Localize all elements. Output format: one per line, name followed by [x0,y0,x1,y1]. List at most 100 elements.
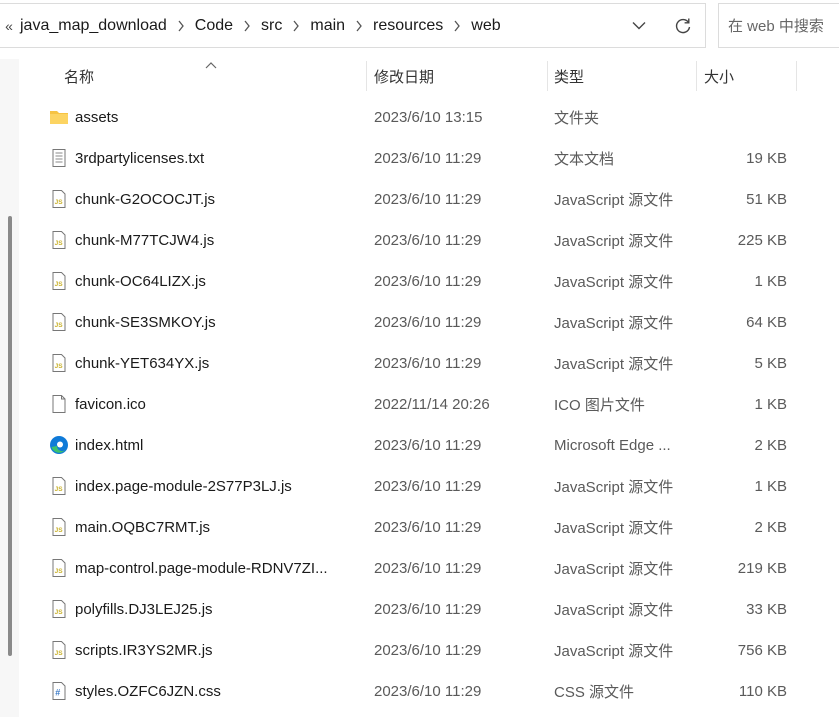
table-row[interactable]: 3rdpartylicenses.txt 2023/6/10 11:29 文本文… [19,138,839,179]
column-header-date[interactable]: 修改日期 [374,59,434,93]
file-type: JavaScript 源文件 [554,274,674,291]
address-bar-area: « java_map_download Code src main resour… [0,3,839,49]
file-type: Microsoft Edge ... [554,437,671,454]
breadcrumb-item[interactable]: Code [191,17,237,35]
text-file-icon [49,148,69,168]
js-file-icon: JS [49,353,69,373]
search-input[interactable]: 在 web 中搜索 [718,3,839,48]
table-row[interactable]: assets 2023/6/10 13:15 文件夹 [19,97,839,138]
chevron-down-icon[interactable] [617,4,661,47]
file-size: 219 KB [737,560,787,577]
file-date: 2023/6/10 11:29 [374,601,482,618]
file-date: 2023/6/10 11:29 [374,683,482,700]
breadcrumb-item[interactable]: web [467,17,504,35]
file-name: scripts.IR3YS2MR.js [75,642,213,659]
svg-text:JS: JS [55,281,64,288]
chevron-right-icon[interactable] [349,4,369,47]
table-row[interactable]: index.html 2023/6/10 11:29 Microsoft Edg… [19,425,839,466]
js-file-icon: JS [49,230,69,250]
column-divider[interactable] [796,61,797,91]
js-file-icon: JS [49,599,69,619]
column-header-size[interactable]: 大小 [704,59,734,93]
file-type: JavaScript 源文件 [554,233,674,250]
file-name: index.html [75,437,144,454]
chevron-right-icon[interactable] [447,4,467,47]
svg-text:JS: JS [55,199,64,206]
file-date: 2023/6/10 11:29 [374,273,482,290]
js-file-icon: JS [49,312,69,332]
js-file-icon: JS [49,476,69,496]
file-size: 33 KB [746,601,787,618]
breadcrumb-item[interactable]: java_map_download [16,17,171,35]
file-type: JavaScript 源文件 [554,520,674,537]
file-type: JavaScript 源文件 [554,356,674,373]
file-size: 1 KB [754,478,787,495]
file-size: 225 KB [737,232,787,249]
column-divider[interactable] [696,61,697,91]
css-file-icon: # [49,681,69,701]
table-row[interactable]: JS chunk-OC64LIZX.js 2023/6/10 11:29 Jav… [19,261,839,302]
file-name: polyfills.DJ3LEJ25.js [75,601,213,618]
file-size: 2 KB [754,437,787,454]
edge-icon [49,435,69,455]
file-date: 2023/6/10 11:29 [374,232,482,249]
file-date: 2023/6/10 11:29 [374,314,482,331]
column-divider[interactable] [547,61,548,91]
file-size: 19 KB [746,150,787,167]
file-name: main.OQBC7RMT.js [75,519,211,536]
svg-text:JS: JS [55,486,64,493]
file-type: JavaScript 源文件 [554,561,674,578]
vertical-scrollbar[interactable] [0,59,19,717]
scrollbar-thumb[interactable] [8,216,12,656]
breadcrumb-item[interactable]: resources [369,17,447,35]
js-file-icon: JS [49,558,69,578]
svg-text:JS: JS [55,609,64,616]
file-date: 2023/6/10 11:29 [374,478,482,495]
breadcrumb-overflow-button[interactable]: « [2,18,16,34]
file-size: 1 KB [754,273,787,290]
folder-icon [49,107,69,127]
file-name: styles.OZFC6JZN.css [75,683,221,700]
file-date: 2023/6/10 13:15 [374,109,483,126]
address-bar[interactable]: « java_map_download Code src main resour… [0,3,706,48]
svg-text:JS: JS [55,363,64,370]
file-name: 3rdpartylicenses.txt [75,150,205,167]
table-row[interactable]: JS main.OQBC7RMT.js 2023/6/10 11:29 Java… [19,507,839,548]
table-row[interactable]: # styles.OZFC6JZN.css 2023/6/10 11:29 CS… [19,671,839,712]
file-list: assets 2023/6/10 13:15 文件夹 3rdpartylicen… [19,97,839,712]
file-size [699,97,787,138]
table-row[interactable]: JS polyfills.DJ3LEJ25.js 2023/6/10 11:29… [19,589,839,630]
column-header-row: 名称 修改日期 类型 大小 [19,59,839,93]
file-size: 64 KB [746,314,787,331]
breadcrumb-item[interactable]: src [257,17,286,35]
file-name: index.page-module-2S77P3LJ.js [75,478,292,495]
file-type: JavaScript 源文件 [554,602,674,619]
column-header-type[interactable]: 类型 [554,59,584,93]
file-type: JavaScript 源文件 [554,479,674,496]
table-row[interactable]: JS index.page-module-2S77P3LJ.js 2023/6/… [19,466,839,507]
file-date: 2023/6/10 11:29 [374,642,482,659]
chevron-right-icon[interactable] [286,4,306,47]
refresh-icon[interactable] [661,4,705,47]
file-name: chunk-OC64LIZX.js [75,273,206,290]
table-row[interactable]: JS chunk-M77TCJW4.js 2023/6/10 11:29 Jav… [19,220,839,261]
js-file-icon: JS [49,640,69,660]
column-divider[interactable] [366,61,367,91]
chevron-right-icon[interactable] [237,4,257,47]
svg-text:JS: JS [55,527,64,534]
breadcrumb-item[interactable]: main [306,17,349,35]
table-row[interactable]: JS chunk-SE3SMKOY.js 2023/6/10 11:29 Jav… [19,302,839,343]
file-size: 51 KB [746,191,787,208]
file-name: favicon.ico [75,396,146,413]
table-row[interactable]: JS map-control.page-module-RDNV7ZI... 20… [19,548,839,589]
column-header-name[interactable]: 名称 [64,59,94,93]
file-name: chunk-SE3SMKOY.js [75,314,216,331]
table-row[interactable]: favicon.ico 2022/11/14 20:26 ICO 图片文件 1 … [19,384,839,425]
table-row[interactable]: JS scripts.IR3YS2MR.js 2023/6/10 11:29 J… [19,630,839,671]
file-type: JavaScript 源文件 [554,192,674,209]
chevron-right-icon[interactable] [171,4,191,47]
file-name: chunk-YET634YX.js [75,355,210,372]
address-bar-buttons [617,4,705,47]
table-row[interactable]: JS chunk-G2OCOCJT.js 2023/6/10 11:29 Jav… [19,179,839,220]
table-row[interactable]: JS chunk-YET634YX.js 2023/6/10 11:29 Jav… [19,343,839,384]
